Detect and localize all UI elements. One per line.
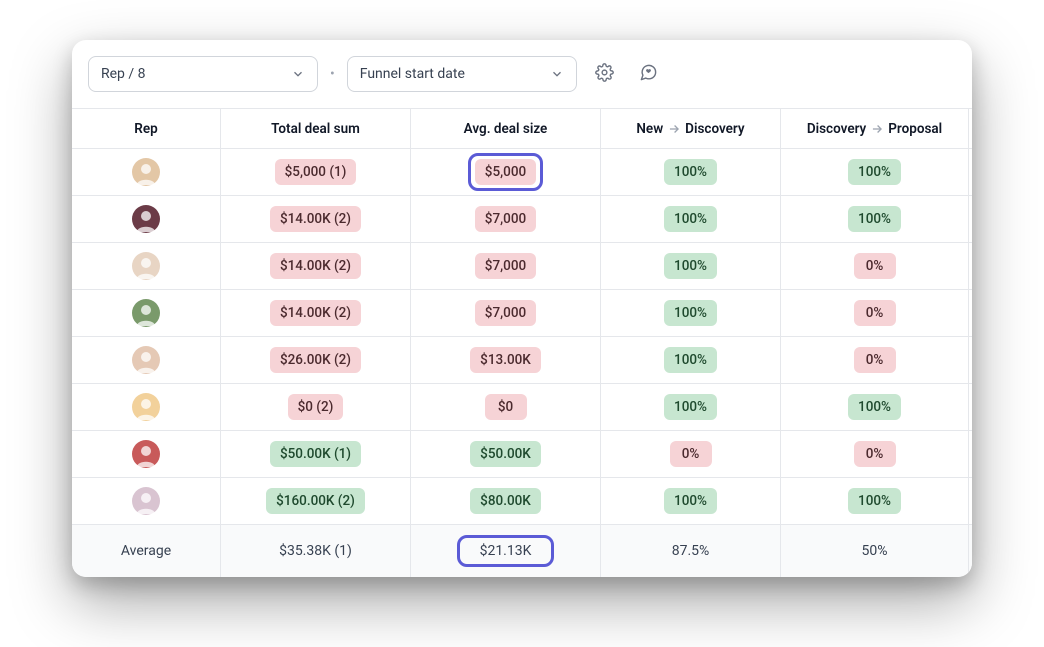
settings-button[interactable]: [589, 58, 621, 90]
metric-pill: $5,000: [475, 159, 536, 185]
table-row[interactable]: $26.00K (2) $13.00K 100% 0%: [72, 337, 972, 384]
metric-pill: 100%: [848, 488, 901, 514]
separator-dot: •: [330, 66, 335, 82]
metric-pill: $7,000: [475, 253, 536, 279]
table-row[interactable]: $14.00K (2) $7,000 100% 0%: [72, 290, 972, 337]
avatar: [132, 205, 160, 233]
arrow-right-icon: [870, 122, 884, 136]
footer-row: Average $35.38K (1) $21.13K 87.5% 50%: [72, 525, 972, 577]
avatar: [132, 393, 160, 421]
stage2-to: Proposal: [888, 121, 942, 137]
table-row[interactable]: $50.00K (1) $50.00K 0% 0%: [72, 431, 972, 478]
metric-pill: 100%: [664, 488, 717, 514]
date-select-label: Funnel start date: [360, 66, 465, 82]
metric-pill: $13.00K: [470, 347, 541, 373]
metric-pill: $80.00K: [470, 488, 541, 514]
footer-label: Average: [72, 525, 221, 577]
table-row[interactable]: $5,000 (1) $5,000 100% 100%: [72, 149, 972, 196]
avatar: [132, 346, 160, 374]
toolbar: Rep / 8 • Funnel start date: [72, 56, 972, 108]
header-row: Rep Total deal sum Avg. deal size New Di…: [72, 109, 972, 149]
metric-pill: 0%: [670, 441, 712, 467]
chevron-down-icon: [291, 67, 305, 81]
stage1-to: Discovery: [685, 121, 744, 137]
footer-total: $35.38K (1): [279, 543, 352, 559]
avatar: [132, 299, 160, 327]
metric-pill: 0%: [854, 300, 896, 326]
group-by-select[interactable]: Rep / 8: [88, 56, 318, 92]
avatar: [132, 158, 160, 186]
footer-stage1: 87.5%: [672, 543, 710, 559]
metric-pill: $0 (2): [288, 394, 344, 420]
col-header-rep[interactable]: Rep: [72, 109, 221, 148]
stage2-from: Discovery: [807, 121, 866, 137]
metric-pill: 0%: [854, 253, 896, 279]
table-row[interactable]: $0 (2) $0 100% 100%: [72, 384, 972, 431]
metric-pill: 100%: [664, 347, 717, 373]
table-row[interactable]: $14.00K (2) $7,000 100% 0%: [72, 243, 972, 290]
metric-pill: $26.00K (2): [270, 347, 361, 373]
metric-pill: $7,000: [475, 300, 536, 326]
metric-pill: 100%: [664, 159, 717, 185]
metric-pill: $14.00K (2): [270, 300, 361, 326]
stage1-from: New: [636, 121, 663, 137]
footer-avg-highlight: $21.13K: [457, 535, 555, 567]
metric-pill: $50.00K (1): [270, 441, 361, 467]
metric-pill: 100%: [664, 206, 717, 232]
metric-pill: $7,000: [475, 206, 536, 232]
avatar: [132, 440, 160, 468]
arrow-right-icon: [667, 122, 681, 136]
metric-pill: 100%: [848, 206, 901, 232]
chevron-down-icon: [550, 67, 564, 81]
footer-stage2: 50%: [862, 543, 888, 559]
col-header-stage1[interactable]: New Discovery: [601, 109, 781, 148]
metric-pill: 0%: [854, 441, 896, 467]
report-card: Rep / 8 • Funnel start date Rep To: [72, 40, 972, 577]
feedback-button[interactable]: [633, 58, 665, 90]
metric-pill: $14.00K (2): [270, 206, 361, 232]
group-by-label: Rep / 8: [101, 66, 146, 82]
col-header-stage2[interactable]: Discovery Proposal: [781, 109, 969, 148]
date-select[interactable]: Funnel start date: [347, 56, 577, 92]
metric-highlight: $5,000: [468, 153, 543, 191]
avatar: [132, 487, 160, 515]
metric-pill: $14.00K (2): [270, 253, 361, 279]
chat-heart-icon: [639, 63, 658, 86]
table-row[interactable]: $160.00K (2) $80.00K 100% 100%: [72, 478, 972, 525]
metric-pill: 100%: [664, 253, 717, 279]
metric-pill: 100%: [664, 394, 717, 420]
metric-pill: 100%: [848, 394, 901, 420]
data-grid: Rep Total deal sum Avg. deal size New Di…: [72, 108, 972, 577]
gear-icon: [595, 63, 614, 86]
avatar: [132, 252, 160, 280]
footer-avg: $21.13K: [480, 543, 532, 559]
metric-pill: $5,000 (1): [275, 159, 357, 185]
metric-pill: $50.00K: [470, 441, 541, 467]
col-header-total[interactable]: Total deal sum: [221, 109, 411, 148]
metric-pill: 100%: [664, 300, 717, 326]
metric-pill: $160.00K (2): [266, 488, 365, 514]
metric-pill: 0%: [854, 347, 896, 373]
col-header-avg[interactable]: Avg. deal size: [411, 109, 601, 148]
metric-pill: $0: [485, 394, 527, 420]
metric-pill: 100%: [848, 159, 901, 185]
table-row[interactable]: $14.00K (2) $7,000 100% 100%: [72, 196, 972, 243]
